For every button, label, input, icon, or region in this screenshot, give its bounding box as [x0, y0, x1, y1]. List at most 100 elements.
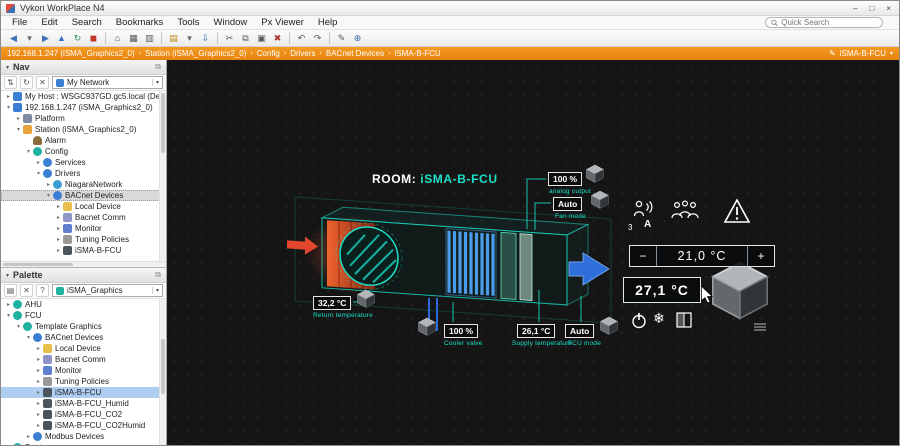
expander-icon[interactable]: ▾ — [34, 170, 43, 177]
breadcrumb-isma-b-fcu[interactable]: iSMA-B-FCU — [394, 49, 440, 58]
chevron-down-icon[interactable]: ▾ — [151, 287, 159, 294]
palette-help-icon[interactable]: ? — [36, 284, 49, 297]
web-browser-icon[interactable]: ⊕ — [350, 31, 365, 45]
expander-icon[interactable]: ▸ — [34, 378, 43, 385]
menu-help[interactable]: Help — [311, 17, 345, 28]
tree-item-isma-b-fcu[interactable]: ▸ iSMA-B-FCU — [1, 245, 166, 256]
tree-item-isma-b-fcu-co2[interactable]: ▸ iSMA-B-FCU_CO2 — [1, 409, 166, 420]
tree-item-local-device[interactable]: ▸ Local Device — [1, 201, 166, 212]
side-panes-icon[interactable]: ▥ — [142, 31, 157, 45]
expander-icon[interactable]: ▸ — [14, 115, 23, 122]
up-level-icon[interactable]: ▲ — [54, 31, 69, 45]
menu-search[interactable]: Search — [65, 17, 109, 28]
close-button[interactable]: × — [886, 4, 891, 13]
tree-item-ahu[interactable]: ▸ AHU — [1, 299, 166, 310]
tree-item-bacnet-devices[interactable]: ▾ BACnet Devices — [1, 332, 166, 343]
save-icon[interactable]: ⇩ — [198, 31, 213, 45]
tree-item-template-graphics[interactable]: ▾ Template Graphics — [1, 321, 166, 332]
open-dropdown-icon[interactable]: ▾ — [182, 31, 197, 45]
refresh-icon[interactable]: ↻ — [70, 31, 85, 45]
tree-item-monitor[interactable]: ▸ Monitor — [1, 223, 166, 234]
expander-icon[interactable]: ▾ — [14, 323, 23, 330]
expander-icon[interactable]: ▸ — [34, 367, 43, 374]
expander-icon[interactable]: ▸ — [34, 345, 43, 352]
quick-search-input[interactable] — [781, 18, 877, 27]
back-icon[interactable]: ◀ — [6, 31, 21, 45]
nav-refresh-icon[interactable]: ↻ — [20, 76, 33, 89]
expander-icon[interactable]: ▸ — [54, 214, 63, 221]
expander-icon[interactable]: ▸ — [4, 301, 13, 308]
breadcrumb-drivers[interactable]: Drivers — [290, 49, 315, 58]
tree-item-tuning-policies[interactable]: ▸ Tuning Policies — [1, 234, 166, 245]
views-dropdown-icon[interactable]: ▦ — [126, 31, 141, 45]
palette-selector[interactable]: iSMA_Graphics ▾ — [52, 284, 163, 297]
tree-item-station-isma-graphics2-0[interactable]: ▾ Station (iSMA_Graphics2_0) — [1, 124, 166, 135]
popout-icon[interactable]: ⧉ — [155, 62, 161, 72]
setpoint-increase-button[interactable]: + — [748, 246, 774, 266]
palette-panel-header[interactable]: ▾ Palette ⧉ — [1, 268, 166, 283]
tree-item-modbus-devices[interactable]: ▸ Modbus Devices — [1, 431, 166, 442]
warning-icon[interactable] — [723, 198, 751, 224]
tree-item-tuning-policies[interactable]: ▸ Tuning Policies — [1, 376, 166, 387]
edit-pencil-icon[interactable]: ✎ — [829, 49, 836, 58]
undo-icon[interactable]: ↶ — [294, 31, 309, 45]
menu-file[interactable]: File — [5, 17, 34, 28]
nav-vertical-scrollbar[interactable] — [159, 91, 166, 261]
tree-item-config[interactable]: ▾ Config — [1, 146, 166, 157]
tree-item-alarm[interactable]: Alarm — [1, 135, 166, 146]
tree-item-my-host-wsgc937gd-gc5-local-demofromappoint[interactable]: ▸ My Host : WSGC937GD.gc5.local (DemoFrom… — [1, 91, 166, 102]
setpoint-decrease-button[interactable]: − — [630, 246, 656, 266]
open-folder-icon[interactable]: ▤ — [166, 31, 181, 45]
expander-icon[interactable]: ▸ — [54, 247, 63, 254]
expander-icon[interactable]: ▸ — [54, 203, 63, 210]
expander-icon[interactable]: ▸ — [34, 400, 43, 407]
home-icon[interactable]: ⌂ — [110, 31, 125, 45]
collapse-caret-icon[interactable]: ▾ — [6, 64, 9, 71]
tree-item-bacnet-comm[interactable]: ▸ Bacnet Comm — [1, 212, 166, 223]
menu-bookmarks[interactable]: Bookmarks — [109, 17, 171, 28]
expander-icon[interactable]: ▸ — [34, 356, 43, 363]
tree-item-bacnet-comm[interactable]: ▸ Bacnet Comm — [1, 354, 166, 365]
chevron-down-icon[interactable]: ▾ — [151, 79, 159, 86]
nav-sort-icon[interactable]: ⇅ — [4, 76, 17, 89]
forward-icon[interactable]: ▶ — [38, 31, 53, 45]
tree-item-monitor[interactable]: ▸ Monitor — [1, 365, 166, 376]
expander-icon[interactable]: ▾ — [24, 148, 33, 155]
menu-edit[interactable]: Edit — [34, 17, 64, 28]
breadcrumb-bacnet-devices[interactable]: BACnet Devices — [326, 49, 384, 58]
tree-item-drivers[interactable]: ▾ Drivers — [1, 168, 166, 179]
edit-mode-icon[interactable]: ✎ — [334, 31, 349, 45]
nav-horizontal-scrollbar[interactable] — [1, 261, 166, 267]
paste-icon[interactable]: ▣ — [254, 31, 269, 45]
cut-icon[interactable]: ✂ — [222, 31, 237, 45]
palette-open-icon[interactable]: ▤ — [4, 284, 17, 297]
nav-close-icon[interactable]: ✕ — [36, 76, 49, 89]
view-dropdown-caret-icon[interactable]: ▾ — [890, 50, 893, 57]
popout-icon[interactable]: ⧉ — [155, 270, 161, 280]
power-icon[interactable] — [631, 312, 647, 329]
expander-icon[interactable]: ▸ — [44, 181, 53, 188]
tree-item-isma-b-fcu-humid[interactable]: ▸ iSMA-B-FCU_Humid — [1, 398, 166, 409]
collapse-caret-icon[interactable]: ▾ — [6, 272, 9, 279]
maximize-button[interactable]: □ — [869, 4, 874, 13]
delete-icon[interactable]: ✖ — [270, 31, 285, 45]
expander-icon[interactable]: ▸ — [4, 93, 13, 100]
current-view-label[interactable]: iSMA-B-FCU — [840, 49, 886, 58]
expander-icon[interactable]: ▾ — [4, 312, 13, 319]
menu-px-viewer[interactable]: Px Viewer — [254, 17, 311, 28]
copy-icon[interactable]: ⧉ — [238, 31, 253, 45]
snowflake-icon[interactable]: ❄ — [653, 310, 665, 327]
expander-icon[interactable]: ▸ — [54, 225, 63, 232]
occupancy-icon[interactable] — [633, 200, 655, 218]
expander-icon[interactable]: ▾ — [24, 334, 33, 341]
expander-icon[interactable]: ▸ — [34, 159, 43, 166]
tree-item-ducts[interactable]: ▸ Ducts — [1, 442, 166, 445]
network-selector[interactable]: My Network ▾ — [52, 76, 163, 89]
expander-icon[interactable]: ▾ — [4, 104, 13, 111]
expander-icon[interactable]: ▸ — [54, 236, 63, 243]
expander-icon[interactable]: ▾ — [44, 192, 53, 199]
window-blind-icon[interactable] — [676, 312, 692, 328]
stop-icon[interactable]: ◼ — [86, 31, 101, 45]
minimize-button[interactable]: – — [853, 4, 857, 13]
breadcrumb-192-168-1-247-isma-graphics2-0[interactable]: 192.168.1.247 (iSMA_Graphics2_0) — [7, 49, 135, 58]
